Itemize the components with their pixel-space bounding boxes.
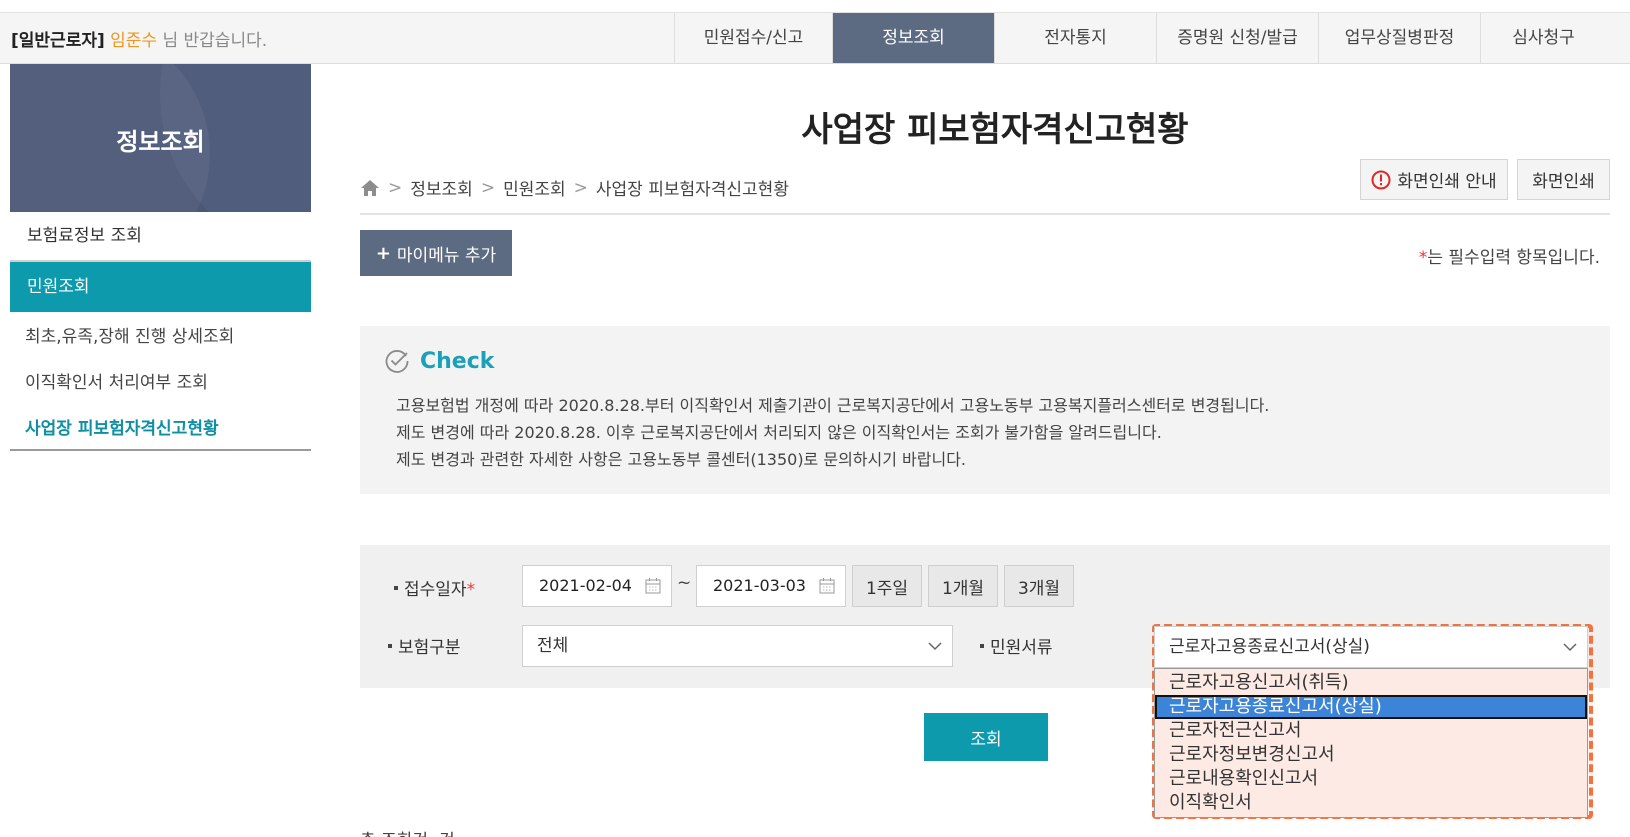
sidebar-item-insurance-info[interactable]: 보험료정보 조회 xyxy=(10,212,311,262)
required-star: * xyxy=(466,580,476,600)
add-my-menu-button[interactable]: + 마이메뉴 추가 xyxy=(360,230,512,276)
notice-line: 제도 변경과 관련한 자세한 사항은 고용노동부 콜센터(1350)로 문의하시… xyxy=(396,450,967,469)
sidebar-subitem-progress-detail[interactable]: 최초,유족,장해 진행 상세조회 xyxy=(10,322,311,347)
required-note-text: 는 필수입력 항목입니다. xyxy=(1427,248,1600,268)
breadcrumb-divider xyxy=(360,213,1610,215)
date-from-value: 2021-02-04 xyxy=(539,576,632,595)
nav-item-complaint-report[interactable]: 민원접수/신고 xyxy=(674,13,832,63)
date-label-text: 접수일자 xyxy=(404,580,467,600)
insurance-select[interactable]: 전체 xyxy=(522,625,953,667)
sidebar-divider xyxy=(10,449,311,451)
insurance-label: 보험구분 xyxy=(388,633,461,658)
date-range-separator: ~ xyxy=(677,573,692,593)
required-note: *는 필수입력 항목입니다. xyxy=(1419,243,1600,268)
user-role: [일반근로자] xyxy=(11,31,105,51)
document-label-text: 민원서류 xyxy=(990,638,1053,658)
add-my-menu-label: 마이메뉴 추가 xyxy=(396,245,497,266)
breadcrumb-separator: > xyxy=(573,177,588,198)
nav-item-certificate[interactable]: 증명원 신청/발급 xyxy=(1156,13,1318,63)
print-button[interactable]: 화면인쇄 xyxy=(1517,159,1610,200)
print-guide-button[interactable]: 화면인쇄 안내 xyxy=(1360,159,1508,200)
dropdown-option[interactable]: 근로내용확인신고서 xyxy=(1155,767,1587,791)
chevron-down-icon xyxy=(1563,643,1577,652)
check-circle-icon xyxy=(385,350,409,373)
document-dropdown-list: 근로자고용신고서(취득) 근로자고용종료신고서(상실) 근로자전근신고서 근로자… xyxy=(1154,668,1588,818)
sidebar-item-complaint-inquiry[interactable]: 민원조회 xyxy=(10,262,311,312)
dropdown-option-selected[interactable]: 근로자고용종료신고서(상실) xyxy=(1155,695,1587,719)
bullet-icon xyxy=(394,586,398,590)
alert-icon xyxy=(1371,170,1391,189)
insurance-select-value: 전체 xyxy=(537,636,569,656)
breadcrumb: > 정보조회 > 민원조회 > 사업장 피보험자격신고현황 xyxy=(360,175,789,200)
notice-text: 고용보험법 개정에 따라 2020.8.28.부터 이직확인서 제출기관이 근로… xyxy=(396,392,1269,473)
main-nav: 민원접수/신고 정보조회 전자통지 증명원 신청/발급 업무상질병판정 심사청구 xyxy=(674,13,1606,63)
breadcrumb-item[interactable]: 민원조회 xyxy=(503,175,566,200)
nav-item-info-inquiry[interactable]: 정보조회 xyxy=(832,13,994,63)
search-button[interactable]: 조회 xyxy=(924,713,1048,761)
nav-item-review-request[interactable]: 심사청구 xyxy=(1480,13,1606,63)
document-select-value: 근로자고용종료신고서(상실) xyxy=(1169,637,1370,657)
period-1week-button[interactable]: 1주일 xyxy=(852,565,922,607)
home-icon[interactable] xyxy=(360,179,380,197)
insurance-label-text: 보험구분 xyxy=(398,638,461,658)
chevron-down-icon xyxy=(928,642,942,651)
page-title: 사업장 피보험자격신고현황 xyxy=(801,110,1189,150)
bullet-icon xyxy=(980,644,984,648)
sidebar-subitem-workplace-report[interactable]: 사업장 피보험자격신고현황 xyxy=(10,414,311,439)
sidebar-header: 정보조회 xyxy=(10,64,311,212)
greeting: [일반근로자] 임준수 님 반갑습니다. xyxy=(11,26,267,51)
user-name: 임준수 xyxy=(110,31,158,51)
print-guide-label: 화면인쇄 안내 xyxy=(1397,172,1497,192)
period-1month-button[interactable]: 1개월 xyxy=(928,565,998,607)
breadcrumb-item-current: 사업장 피보험자격신고현황 xyxy=(595,180,789,200)
dropdown-option[interactable]: 근로자고용신고서(취득) xyxy=(1155,671,1587,695)
date-to-input[interactable]: 2021-03-03 xyxy=(696,565,846,607)
calendar-icon[interactable] xyxy=(819,577,835,594)
date-to-value: 2021-03-03 xyxy=(713,576,806,595)
sidebar-title: 정보조회 xyxy=(116,128,205,156)
result-count: 총 조회건: 건 xyxy=(360,826,455,837)
breadcrumb-separator: > xyxy=(388,177,403,198)
bullet-icon xyxy=(388,644,392,648)
date-from-input[interactable]: 2021-02-04 xyxy=(522,565,672,607)
notice-title: Check xyxy=(420,348,495,374)
plus-icon: + xyxy=(375,242,391,264)
notice-line: 제도 변경에 따라 2020.8.28. 이후 근로복지공단에서 처리되지 않은… xyxy=(396,423,1162,442)
dropdown-option[interactable]: 이직확인서 xyxy=(1155,791,1587,815)
nav-item-e-notice[interactable]: 전자통지 xyxy=(994,13,1156,63)
notice-header: Check xyxy=(384,348,494,374)
document-select[interactable]: 근로자고용종료신고서(상실) xyxy=(1154,626,1588,668)
sidebar-subitem-separation-status[interactable]: 이직확인서 처리여부 조회 xyxy=(10,368,311,393)
notice-box: Check 고용보험법 개정에 따라 2020.8.28.부터 이직확인서 제출… xyxy=(360,326,1610,494)
notice-line: 고용보험법 개정에 따라 2020.8.28.부터 이직확인서 제출기관이 근로… xyxy=(396,396,1270,415)
period-3month-button[interactable]: 3개월 xyxy=(1004,565,1074,607)
calendar-icon[interactable] xyxy=(645,577,661,594)
date-label: 접수일자* xyxy=(394,575,475,600)
dropdown-option[interactable]: 근로자전근신고서 xyxy=(1155,719,1587,743)
breadcrumb-item[interactable]: 정보조회 xyxy=(410,175,473,200)
top-bar: [일반근로자] 임준수 님 반갑습니다. 민원접수/신고 정보조회 전자통지 증… xyxy=(0,12,1630,64)
nav-item-occupational-disease[interactable]: 업무상질병판정 xyxy=(1318,13,1480,63)
greeting-text: 님 반갑습니다. xyxy=(162,31,268,51)
breadcrumb-separator: > xyxy=(480,177,496,198)
document-label: 민원서류 xyxy=(980,633,1053,658)
dropdown-option[interactable]: 근로자정보변경신고서 xyxy=(1155,743,1587,767)
